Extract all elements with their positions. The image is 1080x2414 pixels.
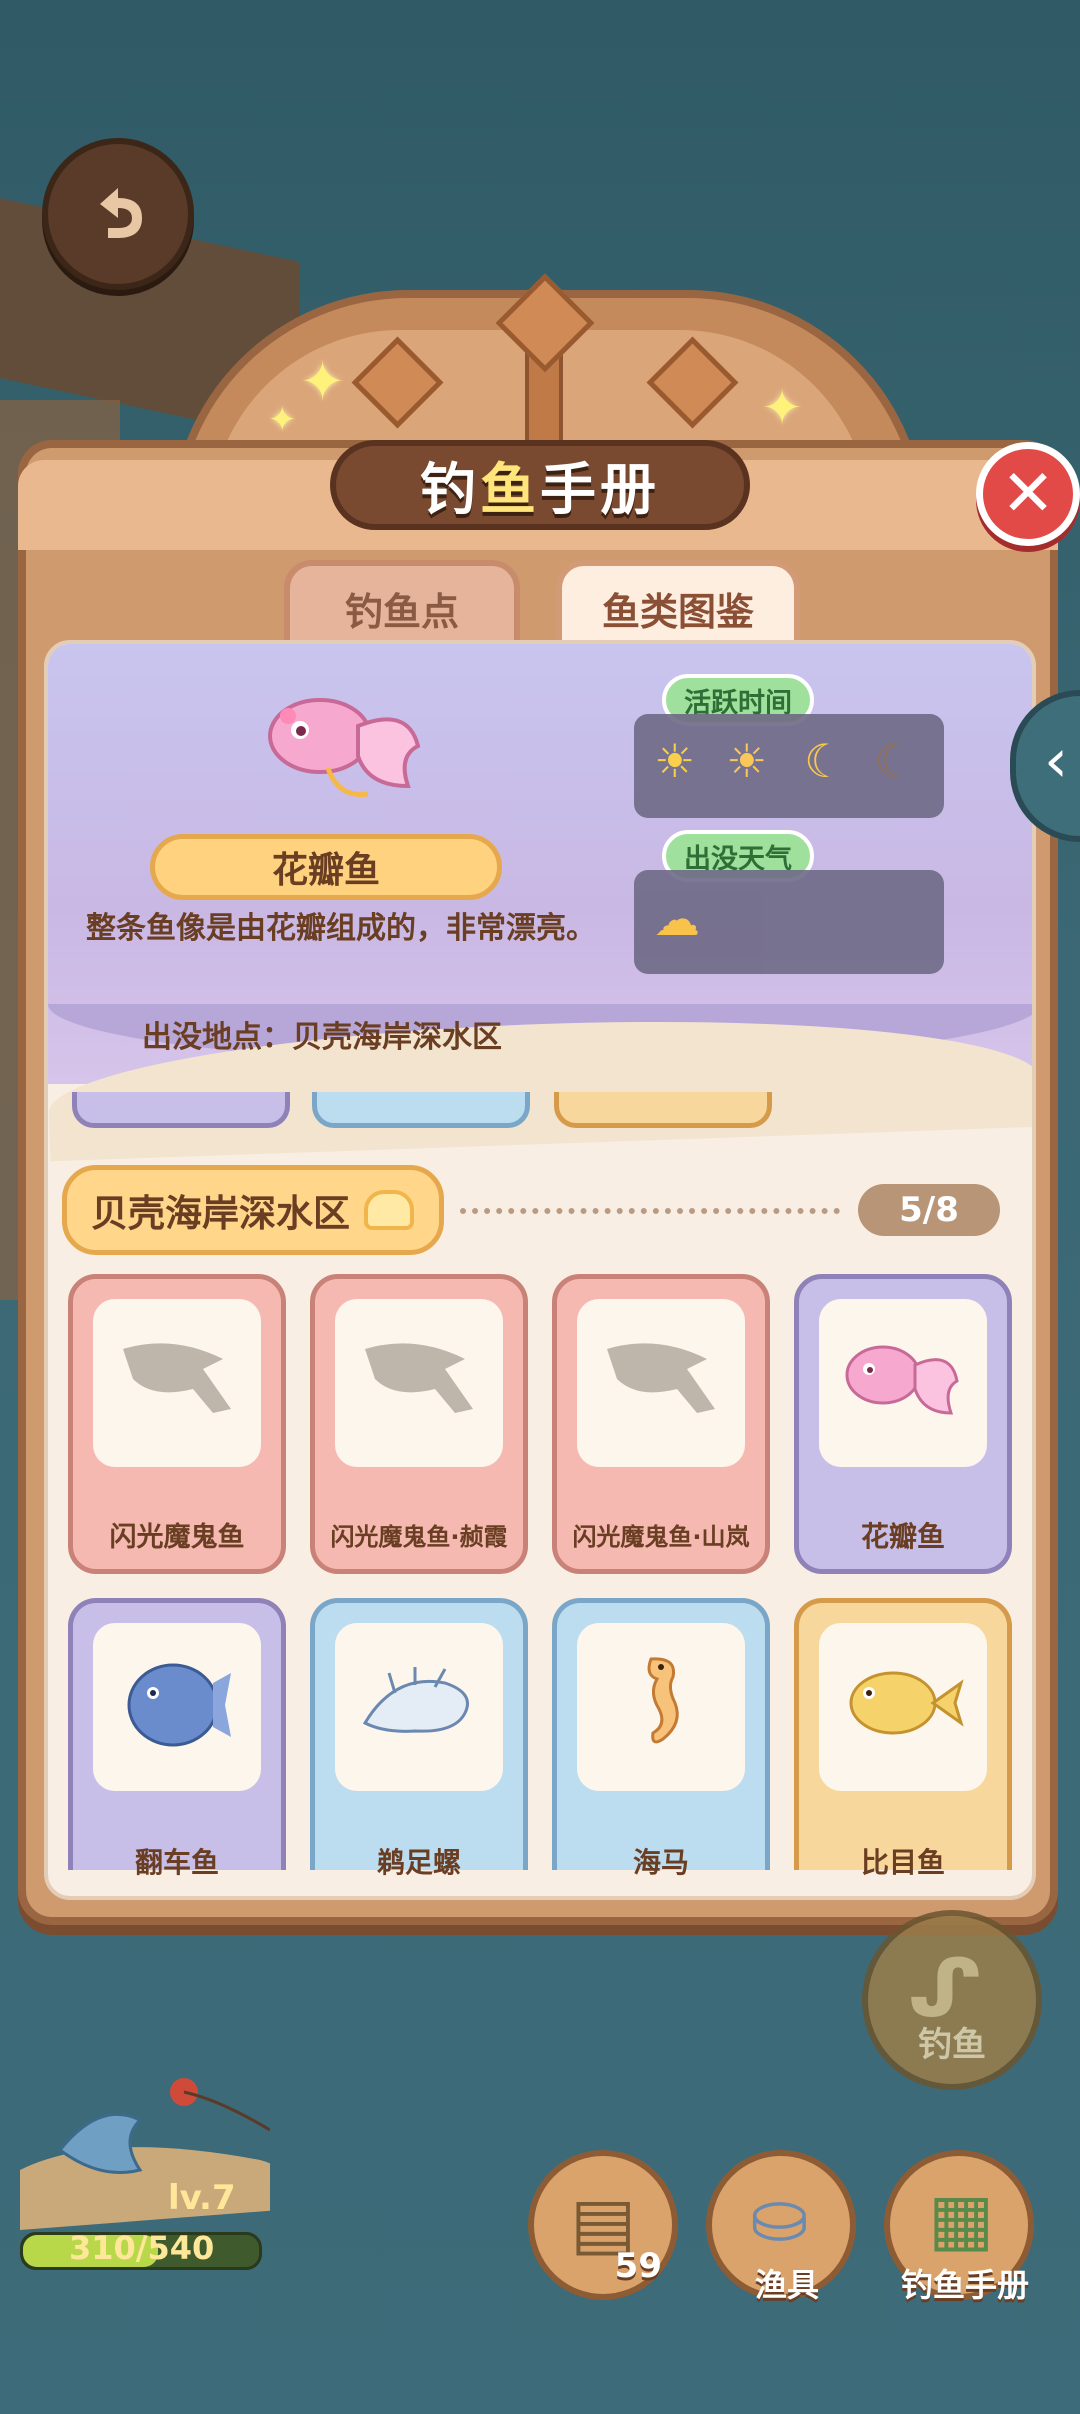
fish-card-4[interactable]: 翻车鱼 xyxy=(68,1598,286,1879)
rain-cloud-icon: ☁ xyxy=(654,892,700,946)
fish-card-7[interactable]: 比目鱼 xyxy=(794,1598,1012,1879)
petal-fish-image xyxy=(268,698,421,797)
handbook-button[interactable]: ▦ 钓鱼手册 xyxy=(884,2150,1034,2304)
chevron-left-icon: ‹ xyxy=(1044,726,1068,796)
handbook-button-label: 钓鱼手册 xyxy=(900,2266,1029,2304)
card-frame xyxy=(335,1299,503,1467)
fish-card-name: 花瓣鱼 xyxy=(860,1520,945,1553)
bait-count: 59 xyxy=(614,2246,662,2286)
card-frame xyxy=(577,1623,745,1791)
fishing-button[interactable]: ᔑ 钓鱼 xyxy=(862,1910,1042,2090)
fish-card-name: 比目鱼 xyxy=(860,1846,945,1879)
fish-detail-panel: 花瓣鱼 整条鱼像是由花瓣组成的，非常漂亮。 出没地点：贝壳海岸深水区 活跃时间 … xyxy=(48,644,1032,1162)
sparkle-icon: ✦ xyxy=(268,400,297,440)
fish-card-1[interactable]: 闪光魔鬼鱼·赪霞 xyxy=(310,1274,528,1574)
tab-fish-encyclopedia[interactable]: 鱼类图鉴 xyxy=(556,560,800,650)
card-frame xyxy=(577,1299,745,1467)
fish-description: 整条鱼像是由花瓣组成的，非常漂亮。 xyxy=(86,911,596,946)
sunfish-icon xyxy=(127,1663,231,1747)
fish-name: 花瓣鱼 xyxy=(150,834,502,900)
exp-text: 310/540 xyxy=(69,2229,215,2267)
fish-location: 出没地点：贝壳海岸深水区 xyxy=(142,1020,502,1055)
close-button[interactable]: ✕ xyxy=(976,442,1080,546)
region-header: 贝壳海岸深水区 xyxy=(62,1165,444,1255)
fish-card-name: 闪光魔鬼鱼·赪霞 xyxy=(330,1523,508,1551)
flounder-icon xyxy=(849,1671,964,1735)
unknown-fish-silhouette xyxy=(365,1343,473,1413)
bucket-icon: ⛀ xyxy=(750,2176,809,2258)
card-peek xyxy=(72,1092,290,1128)
fish-card-3[interactable]: 花瓣鱼 xyxy=(794,1274,1012,1574)
unknown-fish-silhouette xyxy=(123,1343,231,1413)
fish-card-name: 闪光魔鬼鱼·山岚 xyxy=(572,1523,750,1551)
fish-card-name: 鹈足螺 xyxy=(376,1846,461,1879)
fish-card-name: 翻车鱼 xyxy=(134,1846,219,1879)
unknown-fish-silhouette xyxy=(607,1343,715,1413)
fish-card-5[interactable]: 鹈足螺 xyxy=(310,1598,528,1879)
player-level: lv.7 xyxy=(168,2178,236,2218)
card-frame xyxy=(819,1623,987,1791)
region-name: 贝壳海岸深水区 xyxy=(91,1192,350,1235)
fish-card-6[interactable]: 海马 xyxy=(552,1598,770,1879)
bait-bag-button[interactable]: ▤ 59 xyxy=(528,2150,678,2300)
conch-shell-icon xyxy=(362,1667,469,1733)
back-button[interactable] xyxy=(42,138,194,290)
night-cloud-icon: ☾ xyxy=(874,734,916,788)
sunset-icon: ☀ xyxy=(726,734,768,788)
fish-card-2[interactable]: 闪光魔鬼鱼·山岚 xyxy=(552,1274,770,1574)
seahorse-icon xyxy=(647,1657,679,1744)
page-title: 钓鱼手册 xyxy=(330,440,750,530)
close-icon: ✕ xyxy=(1001,457,1055,531)
fish-card-0[interactable]: 闪光魔鬼鱼 xyxy=(68,1274,286,1574)
card-peek xyxy=(312,1092,530,1128)
sparkle-icon: ✦ xyxy=(300,350,346,413)
back-arrow-icon xyxy=(100,188,142,238)
exp-bar: 310/540 xyxy=(20,2229,262,2270)
petal-fish-icon xyxy=(845,1345,959,1415)
card-frame xyxy=(93,1623,261,1791)
card-peek xyxy=(554,1092,772,1128)
card-frame xyxy=(819,1299,987,1467)
notebook-icon: ▦ xyxy=(928,2178,995,2260)
gear-button[interactable]: ⛀ 渔具 xyxy=(706,2150,856,2304)
sparkle-icon: ✦ xyxy=(762,380,803,436)
region-progress: 5/8 xyxy=(858,1184,1000,1236)
fishing-button-label: 钓鱼 xyxy=(918,2025,986,2065)
shell-icon xyxy=(364,1190,414,1230)
weather-icons: ☁ xyxy=(634,870,944,974)
region-divider xyxy=(460,1208,840,1214)
fish-card-name: 海马 xyxy=(632,1846,689,1879)
fish-card-name: 闪光魔鬼鱼 xyxy=(109,1522,245,1553)
moon-icon: ☾ xyxy=(804,734,846,788)
sun-icon: ☀ xyxy=(654,734,696,788)
active-time-icons: ☀ ☀ ☾ ☾ xyxy=(634,714,944,818)
gear-button-label: 渔具 xyxy=(754,2266,819,2304)
card-frame xyxy=(93,1299,261,1467)
tab-fishing-spots[interactable]: 钓鱼点 xyxy=(284,560,520,650)
card-frame xyxy=(335,1623,503,1791)
